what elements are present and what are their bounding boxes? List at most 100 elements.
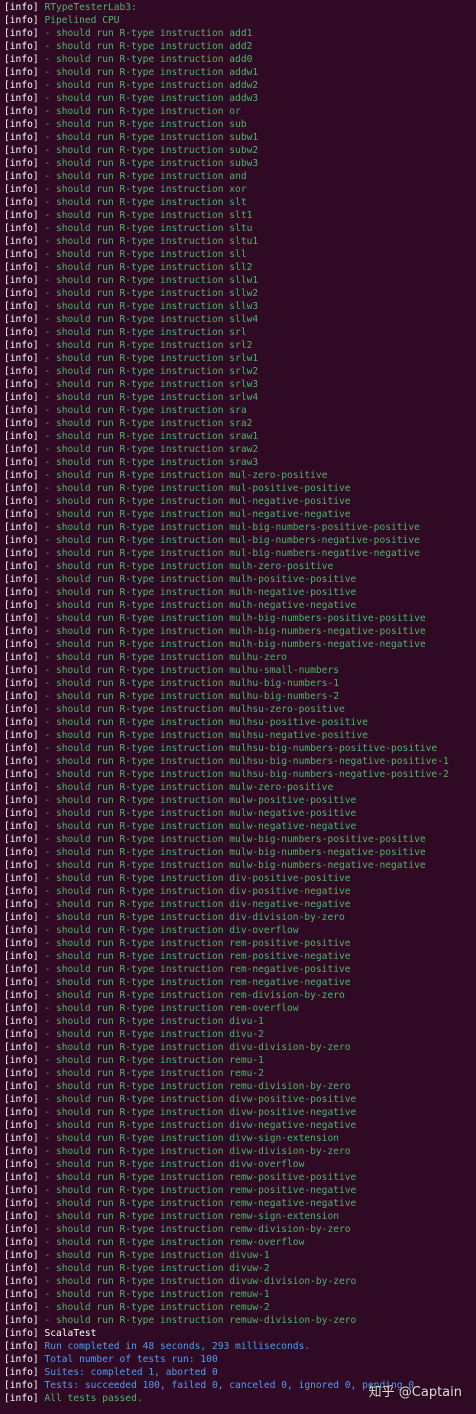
log-message: - should run R-type instruction mulh-neg… [44,587,357,598]
log-line: [info] - should run R-type instruction m… [4,586,476,599]
log-level-tag: [info] [4,899,39,910]
log-line: [info] - should run R-type instruction s… [4,274,476,287]
log-level-tag: [info] [4,262,39,273]
log-level-tag: [info] [4,1224,39,1235]
log-line: [info] Run completed in 48 seconds, 293 … [4,1340,476,1353]
log-line: [info] - should run R-type instruction m… [4,833,476,846]
log-line: [info] - should run R-type instruction m… [4,625,476,638]
log-level-tag: [info] [4,1068,39,1079]
log-level-tag: [info] [4,1042,39,1053]
log-message: - should run R-type instruction or [44,106,241,117]
log-message: - should run R-type instruction mulw-big… [44,860,426,871]
log-level-tag: [info] [4,587,39,598]
log-message: - should run R-type instruction mulhsu-b… [44,769,449,780]
log-line: [info] - should run R-type instruction s… [4,456,476,469]
terminal-output: [info] RTypeTesterLab3: [info] Pipelined … [4,1,476,1405]
log-message: - should run R-type instruction addw1 [44,67,259,78]
log-line: [info] - should run R-type instruction r… [4,1197,476,1210]
log-level-tag: [info] [4,1133,39,1144]
log-level-tag: [info] [4,210,39,221]
log-line: [info] - should run R-type instruction s… [4,404,476,417]
log-line: [info] - should run R-type instruction d… [4,1249,476,1262]
log-line: [info] - should run R-type instruction m… [4,807,476,820]
log-line: [info] - should run R-type instruction r… [4,1301,476,1314]
log-line: [info] - should run R-type instruction m… [4,781,476,794]
log-level-tag: [info] [4,1016,39,1027]
log-level-tag: [info] [4,1380,39,1391]
log-message: - should run R-type instruction sltu [44,223,253,234]
log-message: - should run R-type instruction mul-zero… [44,470,328,481]
log-line: [info] - should run R-type instruction d… [4,1106,476,1119]
log-line: [info] - should run R-type instruction a… [4,66,476,79]
log-line: [info] - should run R-type instruction r… [4,1002,476,1015]
log-message: - should run R-type instruction remuw-1 [44,1289,270,1300]
log-line: [info] - should run R-type instruction s… [4,118,476,131]
log-level-tag: [info] [4,457,39,468]
log-message: - should run R-type instruction mul-posi… [44,483,351,494]
log-level-tag: [info] [4,28,39,39]
log-line: [info] - should run R-type instruction s… [4,144,476,157]
log-message: - should run R-type instruction divu-1 [44,1016,264,1027]
log-line: [info] - should run R-type instruction s… [4,417,476,430]
log-message: - should run R-type instruction addw3 [44,93,259,104]
log-message: Tests: succeeded 100, failed 0, canceled… [44,1380,415,1391]
log-line: [info] - should run R-type instruction r… [4,963,476,976]
log-message: - should run R-type instruction sra2 [44,418,253,429]
log-line: [info] - should run R-type instruction s… [4,365,476,378]
log-message: - should run R-type instruction mulhsu-b… [44,743,438,754]
log-message: - should run R-type instruction divuw-di… [44,1276,357,1287]
log-message: Pipelined CPU [44,15,120,26]
log-line: [info] - should run R-type instruction s… [4,287,476,300]
log-line: [info] - should run R-type instruction d… [4,885,476,898]
log-message: - should run R-type instruction mul-big-… [44,522,420,533]
log-message: - should run R-type instruction div-divi… [44,912,345,923]
log-message: - should run R-type instruction remu-div… [44,1081,351,1092]
log-level-tag: [info] [4,158,39,169]
log-line: [info] - should run R-type instruction m… [4,651,476,664]
log-message: - should run R-type instruction sll [44,249,247,260]
log-line: [info] - should run R-type instruction x… [4,183,476,196]
log-line: [info] - should run R-type instruction d… [4,1093,476,1106]
log-line: [info] - should run R-type instruction s… [4,157,476,170]
log-line: [info] - should run R-type instruction r… [4,1054,476,1067]
log-line: [info] - should run R-type instruction a… [4,170,476,183]
log-line: [info] - should run R-type instruction d… [4,1015,476,1028]
log-level-tag: [info] [4,938,39,949]
log-line: [info] - should run R-type instruction d… [4,1041,476,1054]
log-level-tag: [info] [4,470,39,481]
log-line: [info] - should run R-type instruction s… [4,248,476,261]
log-level-tag: [info] [4,1341,39,1352]
log-message: - should run R-type instruction mulw-zer… [44,782,334,793]
log-message: - should run R-type instruction mulhu-sm… [44,665,340,676]
log-message: - should run R-type instruction mulh-zer… [44,561,334,572]
log-level-tag: [info] [4,691,39,702]
log-message: - should run R-type instruction slt [44,197,247,208]
log-message: Total number of tests run: 100 [44,1354,218,1365]
log-message: - should run R-type instruction srlw2 [44,366,259,377]
log-level-tag: [info] [4,54,39,65]
log-line: [info] - should run R-type instruction m… [4,768,476,781]
log-level-tag: [info] [4,249,39,260]
log-message: - should run R-type instruction divw-pos… [44,1107,357,1118]
log-line: [info] - should run R-type instruction r… [4,989,476,1002]
log-level-tag: [info] [4,1198,39,1209]
log-line: [info] - should run R-type instruction m… [4,599,476,612]
log-message: - should run R-type instruction div-posi… [44,873,351,884]
log-line: [info] - should run R-type instruction s… [4,300,476,313]
log-level-tag: [info] [4,1367,39,1378]
log-level-tag: [info] [4,496,39,507]
log-level-tag: [info] [4,548,39,559]
log-level-tag: [info] [4,236,39,247]
log-message: - should run R-type instruction sllw2 [44,288,259,299]
log-line: [info] - should run R-type instruction m… [4,612,476,625]
log-message: - should run R-type instruction mul-big-… [44,535,420,546]
log-message: - should run R-type instruction subw3 [44,158,259,169]
log-message: - should run R-type instruction remw-neg… [44,1198,357,1209]
log-line: [info] - should run R-type instruction d… [4,1119,476,1132]
log-level-tag: [info] [4,392,39,403]
log-level-tag: [info] [4,119,39,130]
log-level-tag: [info] [4,834,39,845]
log-message: - should run R-type instruction remu-2 [44,1068,264,1079]
log-level-tag: [info] [4,808,39,819]
log-message: All tests passed. [44,1393,143,1404]
